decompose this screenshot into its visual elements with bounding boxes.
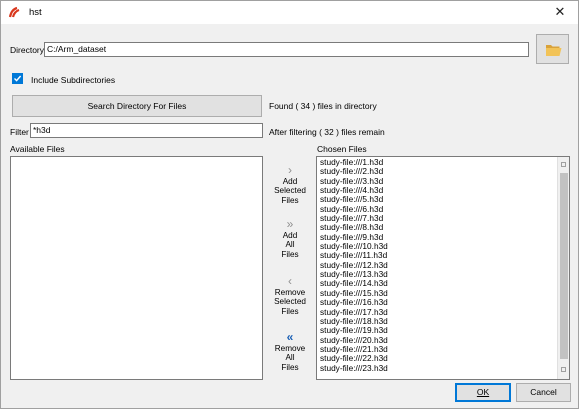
add-selected-label-3: Files	[281, 195, 299, 205]
double-chevron-right-icon: »	[286, 217, 294, 231]
available-files-list[interactable]	[10, 156, 263, 380]
add-all-files-button[interactable]: » Add All Files	[268, 217, 312, 259]
chosen-files-list[interactable]: study-file:///1.h3d study-file:///2.h3d st…	[316, 156, 570, 380]
remove-all-label-1: Remove	[274, 344, 306, 353]
remove-selected-files-button[interactable]: ‹ Remove Selected Files	[268, 274, 312, 316]
filter-result-text: After filtering ( 32 ) files remain	[269, 127, 385, 137]
remove-all-files-button[interactable]: « Remove All Files	[268, 330, 312, 372]
scroll-down-icon[interactable]	[561, 367, 566, 372]
app-logo-icon	[8, 6, 20, 18]
add-selected-label-1: Add	[282, 177, 298, 186]
chevron-left-icon: ‹	[288, 274, 292, 288]
cancel-button[interactable]: Cancel	[516, 383, 571, 402]
double-chevron-left-icon: «	[286, 330, 294, 344]
remove-all-label-3: Files	[281, 362, 299, 372]
chosen-files-scrollbar[interactable]	[557, 157, 569, 379]
remove-selected-label-1: Remove	[274, 288, 306, 297]
scrollbar-thumb[interactable]	[560, 173, 568, 359]
chosen-file-item[interactable]: study-file:///23.h3d	[317, 363, 557, 373]
folder-open-icon	[546, 45, 562, 56]
add-all-label-1: Add	[282, 231, 298, 240]
remove-selected-label-3: Files	[281, 306, 299, 316]
add-selected-label-2: Selected	[274, 186, 306, 196]
window-title: hst	[29, 7, 42, 18]
directory-input[interactable]: C:/Arm_dataset	[44, 42, 529, 57]
ok-button[interactable]: OK	[455, 383, 511, 402]
found-files-text: Found ( 34 ) files in directory	[269, 101, 377, 111]
browse-folder-button[interactable]	[536, 34, 569, 64]
close-icon[interactable]: ✕	[550, 3, 570, 21]
ok-button-label: OK	[476, 387, 490, 397]
add-all-label-2: All	[285, 240, 295, 250]
include-subdirectories-label: Include Subdirectories	[31, 75, 116, 85]
remove-all-label-2: All	[285, 353, 295, 363]
search-directory-button[interactable]: Search Directory For Files	[12, 95, 262, 117]
directory-label: Directory	[10, 45, 45, 55]
include-subdirectories-checkbox[interactable]	[12, 73, 23, 84]
add-selected-files-button[interactable]: › Add Selected Files	[268, 163, 312, 205]
filter-input[interactable]: *h3d	[30, 123, 263, 138]
remove-selected-label-2: Selected	[274, 297, 306, 307]
scroll-up-icon[interactable]	[561, 162, 566, 167]
chosen-files-label: Chosen Files	[317, 144, 367, 154]
dialog-window: hst ✕ Directory C:/Arm_dataset Include S…	[0, 0, 579, 409]
chevron-right-icon: ›	[288, 163, 292, 177]
title-bar: hst ✕	[1, 1, 578, 24]
check-icon	[14, 75, 22, 82]
add-all-label-3: Files	[281, 249, 299, 259]
available-files-label: Available Files	[10, 144, 65, 154]
filter-label: Filter	[10, 127, 29, 137]
